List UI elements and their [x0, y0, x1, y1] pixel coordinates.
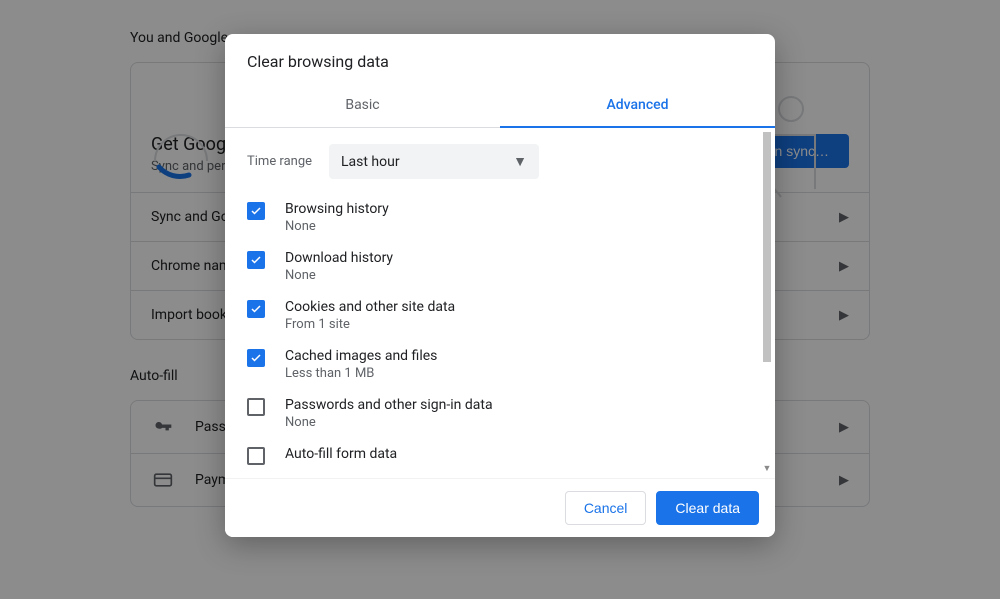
clear-data-button[interactable]: Clear data — [656, 491, 759, 525]
check-item-cache[interactable]: Cached images and files Less than 1 MB — [247, 348, 753, 381]
check-label: Auto-fill form data — [285, 446, 397, 462]
dialog-title: Clear browsing data — [225, 34, 775, 77]
check-label: Browsing history — [285, 201, 389, 217]
cancel-button[interactable]: Cancel — [565, 491, 647, 525]
check-label: Cached images and files — [285, 348, 437, 364]
tab-basic[interactable]: Basic — [225, 85, 500, 127]
dialog-tabs: Basic Advanced — [225, 85, 775, 128]
checkbox[interactable] — [247, 447, 265, 465]
scroll-down-icon[interactable]: ▼ — [761, 462, 773, 474]
checkbox[interactable] — [247, 251, 265, 269]
check-label: Cookies and other site data — [285, 299, 455, 315]
scrollbar[interactable]: ▲ ▼ — [761, 132, 773, 472]
checkbox[interactable] — [247, 398, 265, 416]
check-item-passwords[interactable]: Passwords and other sign-in data None — [247, 397, 753, 430]
check-sub: None — [285, 268, 393, 283]
check-item-browsing-history[interactable]: Browsing history None — [247, 201, 753, 234]
check-sub: Less than 1 MB — [285, 366, 437, 381]
dialog-body: Time range Last hour ▼ Browsing history … — [225, 128, 775, 478]
tab-advanced[interactable]: Advanced — [500, 85, 775, 128]
check-list: Browsing history None Download history N… — [247, 201, 753, 465]
checkbox[interactable] — [247, 300, 265, 318]
time-range-value: Last hour — [341, 154, 400, 170]
check-sub: From 1 site — [285, 317, 455, 332]
time-range-label: Time range — [247, 154, 329, 169]
check-item-download-history[interactable]: Download history None — [247, 250, 753, 283]
checkbox[interactable] — [247, 202, 265, 220]
check-sub: None — [285, 219, 389, 234]
clear-browsing-data-dialog: Clear browsing data Basic Advanced Time … — [225, 34, 775, 537]
check-label: Download history — [285, 250, 393, 266]
check-item-autofill[interactable]: Auto-fill form data — [247, 446, 753, 465]
scroll-thumb[interactable] — [763, 132, 771, 362]
chevron-down-icon: ▼ — [513, 153, 527, 170]
check-label: Passwords and other sign-in data — [285, 397, 493, 413]
check-sub: None — [285, 415, 493, 430]
check-item-cookies[interactable]: Cookies and other site data From 1 site — [247, 299, 753, 332]
checkbox[interactable] — [247, 349, 265, 367]
dialog-footer: Cancel Clear data — [225, 478, 775, 537]
time-range-select[interactable]: Last hour ▼ — [329, 144, 539, 179]
